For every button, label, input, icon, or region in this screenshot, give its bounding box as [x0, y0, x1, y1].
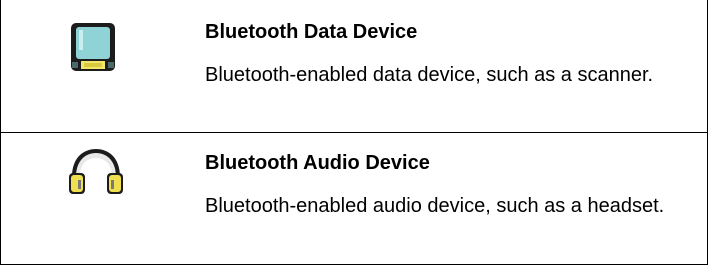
row-description: Bluetooth-enabled data device, such as a… — [205, 64, 654, 86]
bluetooth-audio-device-icon — [69, 149, 123, 194]
text-cell: Bluetooth Data Device Bluetooth-enabled … — [205, 0, 697, 132]
table-row: Bluetooth Audio Device Bluetooth-enabled… — [1, 132, 707, 265]
row-title: Bluetooth Audio Device — [205, 152, 430, 174]
table-row: Bluetooth Data Device Bluetooth-enabled … — [1, 0, 707, 132]
bluetooth-data-device-icon — [71, 23, 115, 71]
icon-cell — [1, 133, 191, 265]
icon-cell — [1, 0, 191, 132]
text-cell: Bluetooth Audio Device Bluetooth-enabled… — [205, 133, 697, 265]
icon-table: Bluetooth Data Device Bluetooth-enabled … — [0, 0, 708, 265]
row-title: Bluetooth Data Device — [205, 21, 418, 43]
row-description: Bluetooth-enabled audio device, such as … — [205, 195, 665, 217]
